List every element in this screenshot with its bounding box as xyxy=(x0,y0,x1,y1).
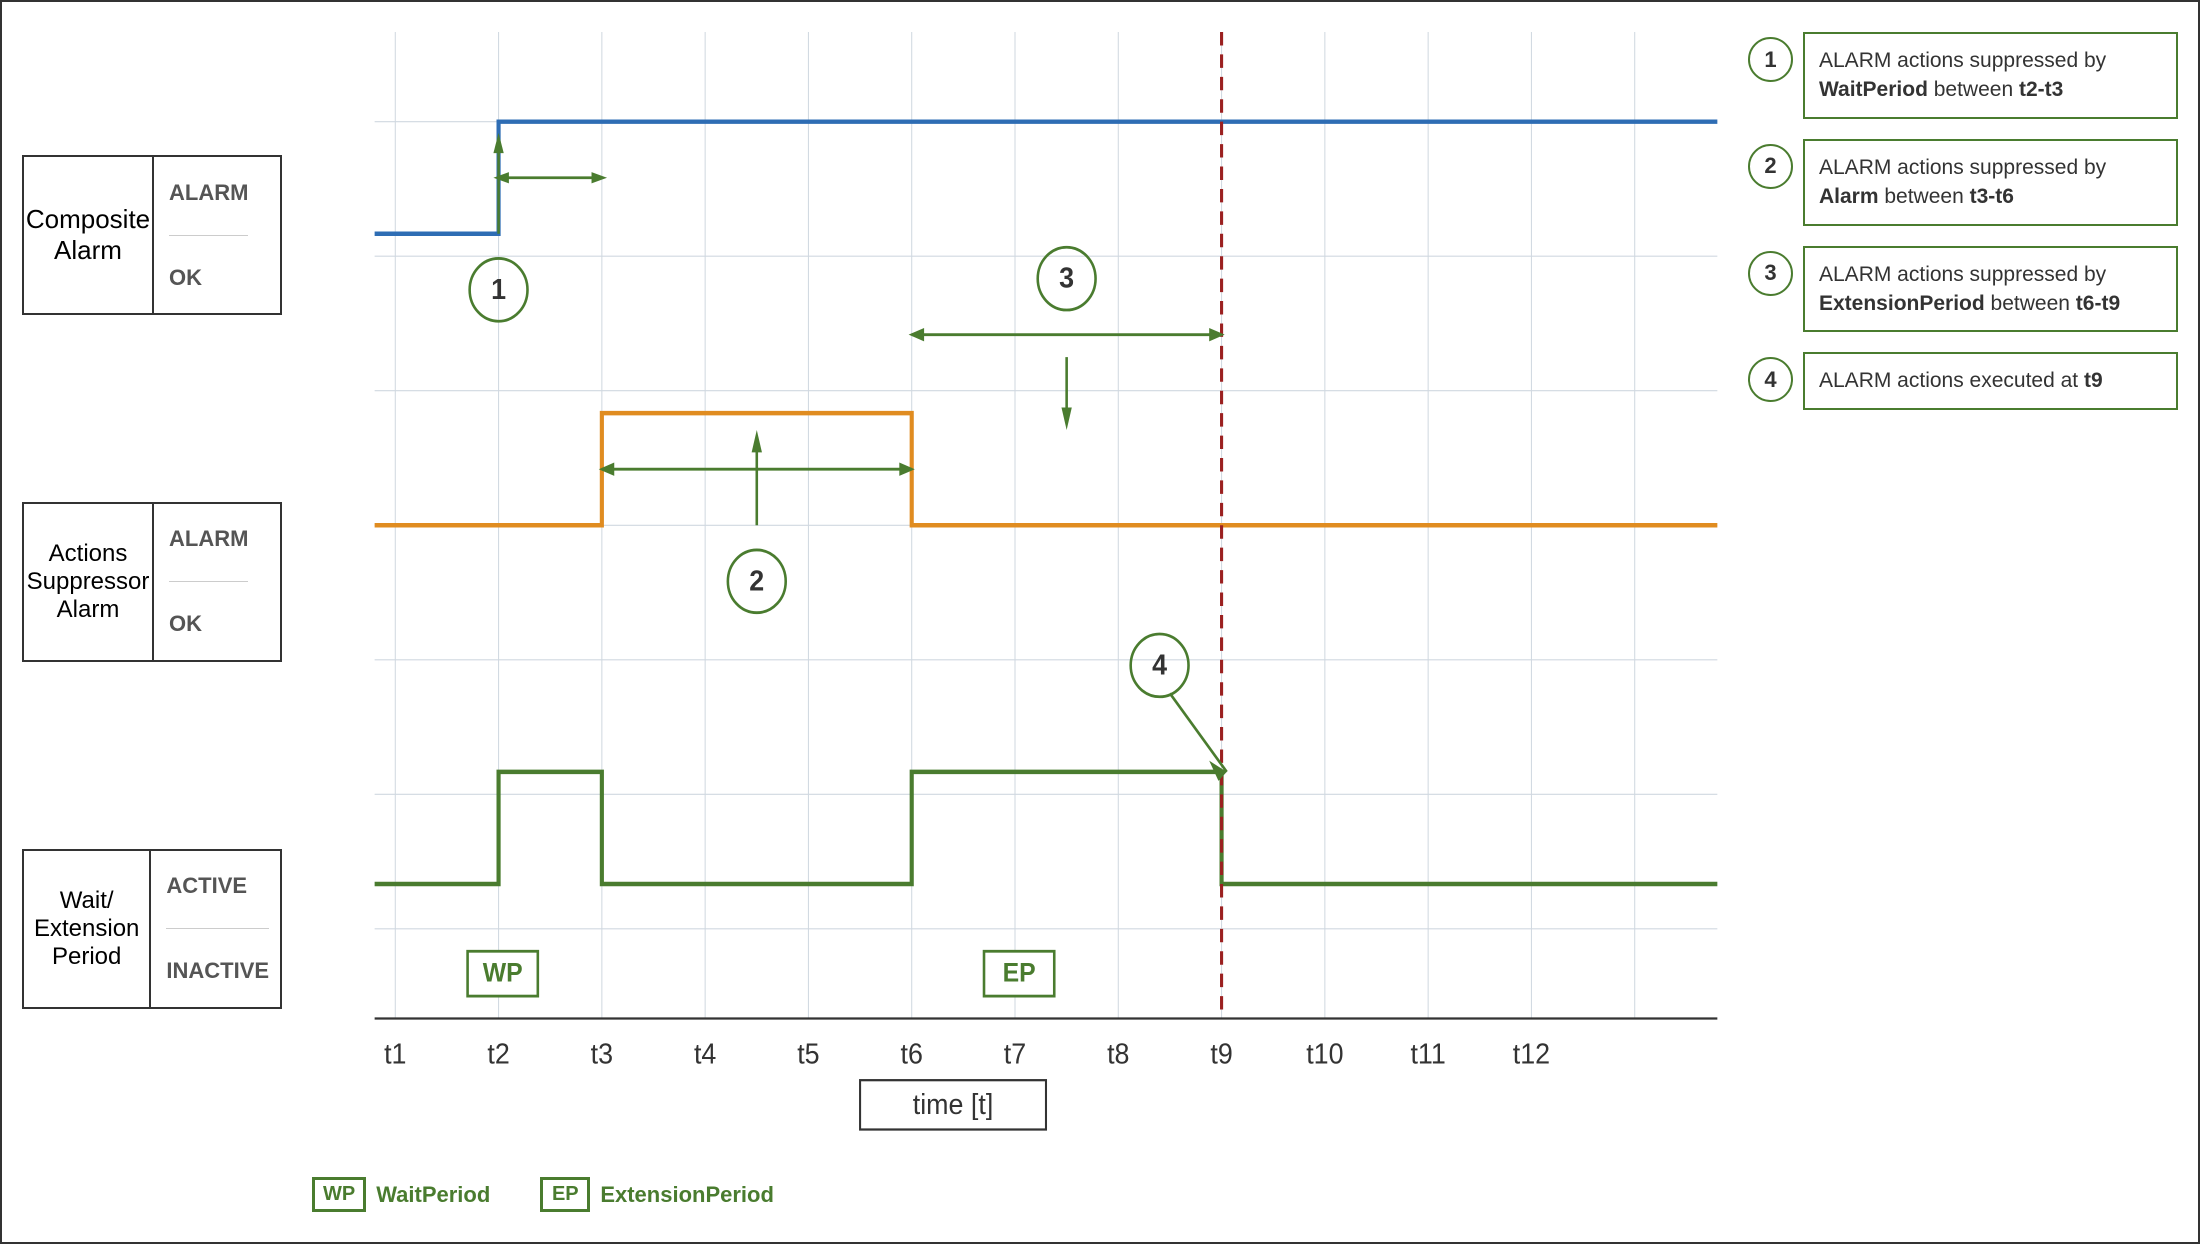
left-panel: Composite Alarm ALARM OK Actions Suppres… xyxy=(22,22,282,1222)
wait-extension-title: Wait/ Extension Period xyxy=(24,851,151,1007)
ep-legend-text: ExtensionPeriod xyxy=(600,1182,774,1208)
composite-ok-state: OK xyxy=(169,265,248,291)
composite-alarm-title: Composite Alarm xyxy=(24,157,154,313)
wait-extension-line xyxy=(375,772,1718,884)
svg-text:t3: t3 xyxy=(591,1037,613,1069)
inactive-state: INACTIVE xyxy=(166,958,269,984)
composite-alarm-state: ALARM xyxy=(169,180,248,206)
chart-area: 1 2 xyxy=(292,32,1738,1097)
divider2 xyxy=(169,581,248,582)
svg-text:t8: t8 xyxy=(1107,1037,1129,1069)
annotation-2-group: 2 xyxy=(599,430,915,613)
svg-text:4: 4 xyxy=(1152,648,1167,680)
ep-label: EP xyxy=(984,951,1054,996)
annotation-3: 3 ALARM actions suppressed by ExtensionP… xyxy=(1748,246,2178,333)
center-panel: 1 2 xyxy=(292,22,1738,1222)
wait-extension-states: ACTIVE INACTIVE xyxy=(151,851,284,1007)
legend-area: WP WaitPeriod EP ExtensionPeriod xyxy=(292,1167,1738,1222)
actions-alarm-state: ALARM xyxy=(169,526,248,552)
annotation-box-4: ALARM actions executed at t9 xyxy=(1803,352,2178,409)
ep-legend-box: EP xyxy=(540,1177,590,1212)
annotation-4-group: 4 xyxy=(1131,634,1227,781)
actions-suppressor-box: Actions Suppressor Alarm ALARM OK xyxy=(22,502,282,662)
actions-suppressor-title: Actions Suppressor Alarm xyxy=(24,504,154,660)
wp-legend-box: WP xyxy=(312,1177,366,1212)
divider3 xyxy=(166,928,269,929)
suppressor-alarm-line xyxy=(375,413,1718,525)
svg-text:t10: t10 xyxy=(1306,1037,1343,1069)
annotation-number-4: 4 xyxy=(1748,357,1793,402)
annotation-box-3: ALARM actions suppressed by ExtensionPer… xyxy=(1803,246,2178,333)
annotation-box-1: ALARM actions suppressed by WaitPeriod b… xyxy=(1803,32,2178,119)
svg-text:t4: t4 xyxy=(694,1037,716,1069)
actions-ok-state: OK xyxy=(169,611,248,637)
actions-suppressor-states: ALARM OK xyxy=(154,504,263,660)
annotation-box-2: ALARM actions suppressed by Alarm betwee… xyxy=(1803,139,2178,226)
active-state: ACTIVE xyxy=(166,873,269,899)
svg-text:t7: t7 xyxy=(1004,1037,1026,1069)
annotation-3-group: 3 xyxy=(909,247,1225,430)
svg-text:time [t]: time [t] xyxy=(913,1088,994,1120)
svg-text:t9: t9 xyxy=(1210,1037,1232,1069)
annotation-number-3: 3 xyxy=(1748,251,1793,296)
annotation-1-group: 1 xyxy=(470,133,607,321)
annotation-2: 2 ALARM actions suppressed by Alarm betw… xyxy=(1748,139,2178,226)
svg-text:t2: t2 xyxy=(487,1037,509,1069)
composite-alarm-states: ALARM OK xyxy=(154,157,263,313)
svg-text:1: 1 xyxy=(491,273,506,305)
annotation-4: 4 ALARM actions executed at t9 xyxy=(1748,352,2178,409)
divider1 xyxy=(169,235,248,236)
main-container: Composite Alarm ALARM OK Actions Suppres… xyxy=(0,0,2200,1244)
svg-text:WP: WP xyxy=(483,959,523,988)
svg-text:EP: EP xyxy=(1003,959,1036,988)
right-panel: 1 ALARM actions suppressed by WaitPeriod… xyxy=(1748,22,2178,1222)
svg-text:2: 2 xyxy=(749,564,764,596)
wp-label: WP xyxy=(468,951,538,996)
svg-text:t6: t6 xyxy=(901,1037,923,1069)
annotation-1: 1 ALARM actions suppressed by WaitPeriod… xyxy=(1748,32,2178,119)
annotation-number-1: 1 xyxy=(1748,37,1793,82)
legend-wp: WP WaitPeriod xyxy=(312,1177,490,1212)
annotation-number-2: 2 xyxy=(1748,144,1793,189)
chart-svg: 1 2 xyxy=(292,32,1738,1097)
svg-text:t11: t11 xyxy=(1410,1037,1445,1069)
time-ticks: t1 t2 t3 t4 t5 t6 t7 t8 t9 t10 t11 t12 xyxy=(384,1037,1550,1069)
composite-alarm-box: Composite Alarm ALARM OK xyxy=(22,155,282,315)
wp-legend-text: WaitPeriod xyxy=(376,1182,490,1208)
wait-extension-box: Wait/ Extension Period ACTIVE INACTIVE xyxy=(22,849,282,1009)
svg-text:t1: t1 xyxy=(384,1037,406,1069)
svg-text:t12: t12 xyxy=(1513,1037,1550,1069)
svg-text:3: 3 xyxy=(1059,262,1074,294)
legend-ep: EP ExtensionPeriod xyxy=(540,1177,774,1212)
svg-text:t5: t5 xyxy=(797,1037,819,1069)
